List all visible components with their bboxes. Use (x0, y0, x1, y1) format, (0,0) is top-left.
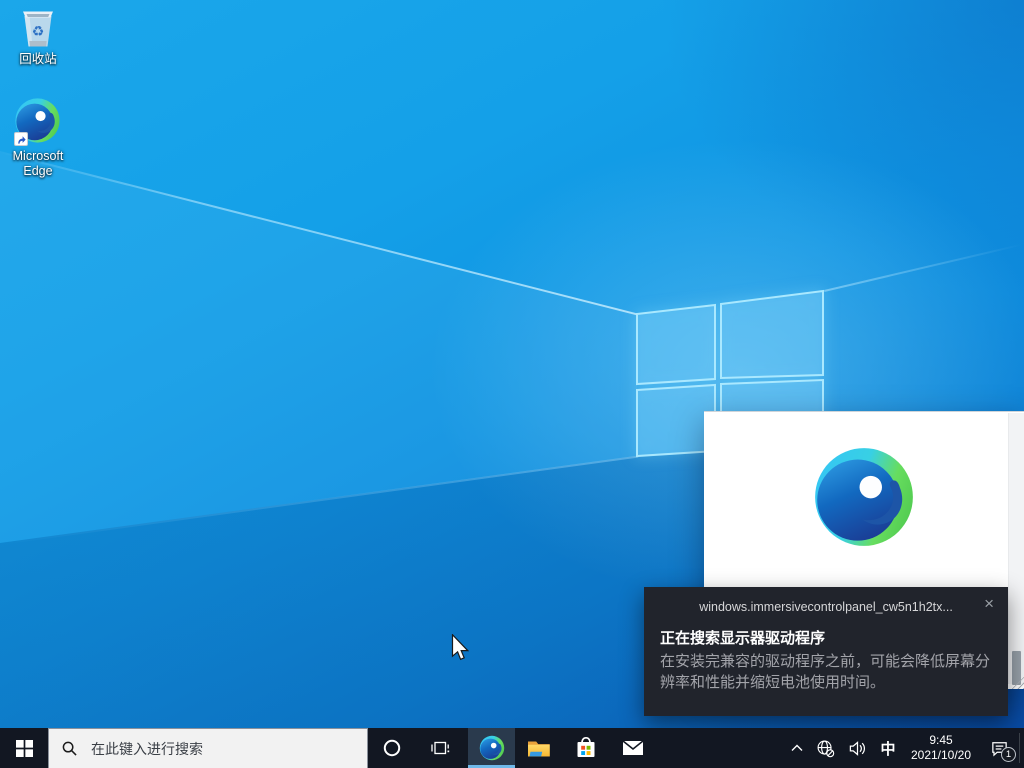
tray-volume-button[interactable] (841, 728, 873, 768)
start-button[interactable] (0, 728, 48, 768)
task-view-button[interactable] (416, 728, 464, 768)
tray-clock[interactable]: 9:45 2021/10/20 (903, 728, 979, 768)
speaker-icon (848, 739, 867, 758)
desktop-icon-recycle-bin[interactable]: ♻ 回收站 (0, 5, 76, 67)
taskbar-app-file-explorer[interactable] (515, 728, 562, 768)
search-icon (62, 741, 77, 756)
toast-body: 在安装完兼容的驱动程序之前，可能会降低屏幕分辨率和性能并缩短电池使用时间。 (660, 651, 992, 693)
edge-splash-logo-icon (812, 445, 916, 549)
taskbar-app-edge[interactable] (468, 728, 515, 768)
taskbar: 中 9:45 2021/10/20 1 (0, 728, 1024, 768)
tray-network-button[interactable] (809, 728, 841, 768)
tray-show-hidden-icons-button[interactable] (785, 728, 809, 768)
shortcut-arrow-overlay-icon (14, 132, 28, 146)
network-globe-no-internet-icon (816, 739, 835, 758)
toast-app-id: windows.immersivecontrolpanel_cw5n1h2tx.… (644, 600, 1008, 614)
tray-ime-indicator[interactable]: 中 (873, 728, 903, 768)
file-explorer-icon (526, 735, 552, 761)
chevron-up-icon (791, 744, 803, 752)
window-scrollbar[interactable] (1008, 413, 1024, 684)
taskbar-app-microsoft-store[interactable] (562, 728, 609, 768)
cortana-circle-icon (382, 738, 402, 758)
microsoft-store-icon (573, 735, 599, 761)
search-input[interactable] (89, 740, 339, 758)
recycle-symbol: ♻ (32, 23, 45, 39)
recycle-bin-icon: ♻ (16, 5, 60, 49)
edge-shortcut-label: Microsoft Edge (0, 149, 76, 179)
cortana-button[interactable] (368, 728, 416, 768)
clock-time: 9:45 (929, 733, 952, 748)
desktop-icon-microsoft-edge[interactable]: Microsoft Edge (0, 97, 76, 179)
edge-taskbar-icon (479, 735, 505, 761)
mail-icon (620, 735, 646, 761)
show-desktop-button[interactable] (1020, 728, 1024, 768)
toast-title: 正在搜索显示器驱动程序 (660, 627, 992, 648)
action-center-button[interactable]: 1 (979, 728, 1019, 768)
clock-date: 2021/10/20 (911, 748, 971, 763)
notification-toast[interactable]: windows.immersivecontrolpanel_cw5n1h2tx.… (644, 587, 1008, 716)
notification-count-badge: 1 (1001, 747, 1016, 762)
task-view-icon (430, 738, 450, 758)
close-icon[interactable]: × (984, 595, 994, 612)
system-tray: 中 9:45 2021/10/20 1 (785, 728, 1024, 768)
taskbar-search-box[interactable] (48, 728, 368, 768)
windows-start-icon (16, 740, 33, 757)
windows-desktop: ♻ 回收站 Microsoft Edge windows.immersiveco… (0, 0, 1024, 768)
taskbar-app-mail[interactable] (609, 728, 656, 768)
recycle-bin-label: 回收站 (19, 52, 57, 67)
